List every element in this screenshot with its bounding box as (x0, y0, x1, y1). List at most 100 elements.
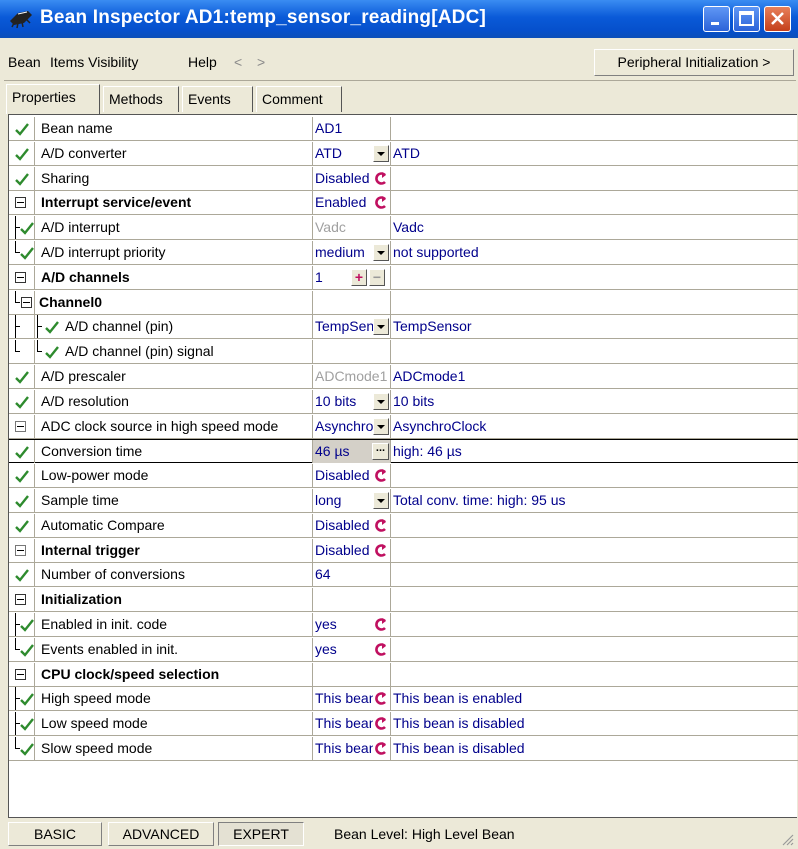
resize-grip-icon[interactable] (782, 834, 794, 846)
property-name-cell[interactable]: A/D channels (35, 265, 313, 289)
property-row[interactable]: Sample time long Total conv. time: high: 9… (9, 489, 798, 513)
property-name-cell[interactable]: Low-power mode (35, 464, 313, 488)
dropdown-arrow-button[interactable] (373, 417, 389, 435)
maximize-button[interactable] (733, 6, 760, 32)
peripheral-initialization-button[interactable]: Peripheral Initialization > (594, 49, 794, 76)
property-name-cell[interactable]: Internal trigger (35, 538, 313, 562)
property-name-cell[interactable]: Automatic Compare (35, 513, 313, 537)
property-value-cell[interactable]: long (313, 489, 391, 512)
property-name-cell[interactable]: A/D channel (pin) (35, 315, 313, 339)
property-row[interactable]: A/D converter ATD ATD (9, 141, 798, 166)
property-name-cell[interactable]: Bean name (35, 117, 313, 140)
property-name-cell[interactable]: A/D channel (pin) signal (35, 340, 313, 364)
add-channel-button[interactable]: + (351, 268, 367, 286)
property-name-cell[interactable]: Low speed mode (35, 712, 313, 736)
property-row[interactable]: Events enabled in init. yes (9, 637, 798, 662)
minimize-button[interactable] (703, 6, 730, 32)
property-value-cell[interactable]: medium (313, 241, 391, 264)
property-value-cell[interactable]: This bean is disabled (313, 712, 391, 736)
forward-arrow-button[interactable]: > (257, 54, 265, 70)
property-name-cell[interactable]: High speed mode (35, 687, 313, 711)
remove-channel-button[interactable]: − (369, 268, 385, 286)
ellipsis-button[interactable]: ... (372, 443, 389, 461)
property-value-cell[interactable]: 46 µs... (313, 440, 391, 464)
property-name-cell[interactable]: Sample time (35, 489, 313, 512)
toggle-value-icon[interactable] (373, 169, 389, 187)
property-row[interactable]: Sharing Disabled (9, 166, 798, 191)
property-row[interactable]: High speed mode This bean is enabled This … (9, 687, 798, 712)
property-value-cell[interactable] (313, 290, 391, 314)
toggle-value-icon[interactable] (373, 516, 389, 534)
property-row[interactable]: Interrupt service/event Enabled (9, 191, 798, 216)
property-name-cell[interactable]: A/D prescaler (35, 365, 313, 388)
tab-properties[interactable]: Properties (6, 84, 100, 114)
property-row[interactable]: ADC clock source in high speed mode Async… (9, 414, 798, 439)
property-row[interactable]: A/D interrupt priority medium not supporte… (9, 241, 798, 265)
toggle-value-icon[interactable] (373, 616, 389, 633)
property-value-cell[interactable]: This bean is enabled (313, 687, 391, 711)
property-value-cell[interactable]: Disabled (313, 464, 391, 488)
property-value-cell[interactable] (313, 662, 391, 686)
property-name-cell[interactable]: ADC clock source in high speed mode (35, 414, 313, 438)
property-value-cell[interactable]: This bean is disabled (313, 737, 391, 760)
property-value-cell[interactable]: 10 bits (313, 389, 391, 413)
title-bar[interactable]: Bean Inspector AD1:temp_sensor_reading[A… (0, 0, 798, 38)
property-value-cell[interactable]: Disabled (313, 513, 391, 537)
property-name-cell[interactable]: A/D interrupt (35, 216, 313, 240)
dropdown-arrow-button[interactable] (373, 318, 389, 336)
tab-events[interactable]: Events (182, 86, 253, 112)
back-arrow-button[interactable]: < (234, 54, 242, 70)
property-name-cell[interactable]: A/D resolution (35, 389, 313, 413)
property-row[interactable]: Conversion time 46 µs... high: 46 µs (9, 439, 798, 464)
property-name-cell[interactable]: Sharing (35, 166, 313, 190)
property-value-cell[interactable]: Enabled (313, 191, 391, 215)
property-row[interactable]: A/D resolution 10 bits 10 bits (9, 389, 798, 414)
property-name-cell[interactable]: CPU clock/speed selection (35, 662, 313, 686)
tab-methods[interactable]: Methods (103, 86, 179, 112)
collapse-toggle-icon[interactable] (15, 197, 26, 209)
level-advanced-button[interactable]: ADVANCED (108, 822, 214, 846)
dropdown-arrow-button[interactable] (373, 492, 389, 509)
property-name-cell[interactable]: Enabled in init. code (35, 613, 313, 636)
toggle-value-icon[interactable] (373, 690, 389, 708)
property-row[interactable]: Bean name AD1 (9, 117, 798, 141)
menu-help[interactable]: Help (188, 54, 217, 70)
close-button[interactable] (764, 6, 791, 32)
dropdown-arrow-button[interactable] (373, 144, 389, 162)
dropdown-arrow-button[interactable] (373, 392, 389, 410)
menu-items-visibility[interactable]: Items Visibility (50, 54, 138, 70)
toggle-value-icon[interactable] (373, 467, 389, 485)
property-row[interactable]: A/D channel (pin) TempSensor TempSensor (9, 315, 798, 340)
property-row[interactable]: Low-power mode Disabled (9, 464, 798, 489)
property-row[interactable]: A/D channel (pin) signal (9, 340, 798, 365)
collapse-toggle-icon[interactable] (15, 594, 26, 606)
collapse-toggle-icon[interactable] (15, 544, 26, 556)
property-row[interactable]: Internal trigger Disabled (9, 538, 798, 563)
property-value-cell[interactable]: AD1 (313, 117, 391, 140)
property-name-cell[interactable]: A/D converter (35, 141, 313, 165)
property-row[interactable]: Initialization (9, 588, 798, 613)
property-value-cell[interactable]: Vadc (313, 216, 391, 240)
property-value-cell[interactable]: Disabled (313, 166, 391, 190)
property-value-cell[interactable] (313, 340, 391, 364)
property-value-cell[interactable]: yes (313, 637, 391, 661)
toggle-value-icon[interactable] (373, 541, 389, 559)
collapse-toggle-icon[interactable] (21, 296, 32, 308)
toggle-value-icon[interactable] (373, 640, 389, 658)
dropdown-arrow-button[interactable] (373, 244, 389, 261)
property-row[interactable]: A/D prescaler ADCmode1 ADCmode1 (9, 365, 798, 389)
property-name-cell[interactable]: Slow speed mode (35, 737, 313, 760)
property-value-cell[interactable]: 64 (313, 563, 391, 587)
property-row[interactable]: A/D interrupt Vadc Vadc (9, 216, 798, 241)
menu-bean[interactable]: Bean (8, 54, 41, 70)
property-value-cell[interactable]: yes (313, 613, 391, 636)
property-value-cell[interactable]: Disabled (313, 538, 391, 562)
property-row[interactable]: Automatic Compare Disabled (9, 513, 798, 538)
toggle-value-icon[interactable] (373, 715, 389, 733)
property-value-cell[interactable]: TempSensor (313, 315, 391, 339)
property-value-cell[interactable] (313, 588, 391, 612)
toggle-value-icon[interactable] (373, 740, 389, 757)
collapse-toggle-icon[interactable] (15, 271, 26, 283)
property-name-cell[interactable]: Number of conversions (35, 563, 313, 587)
property-row[interactable]: CPU clock/speed selection (9, 662, 798, 687)
